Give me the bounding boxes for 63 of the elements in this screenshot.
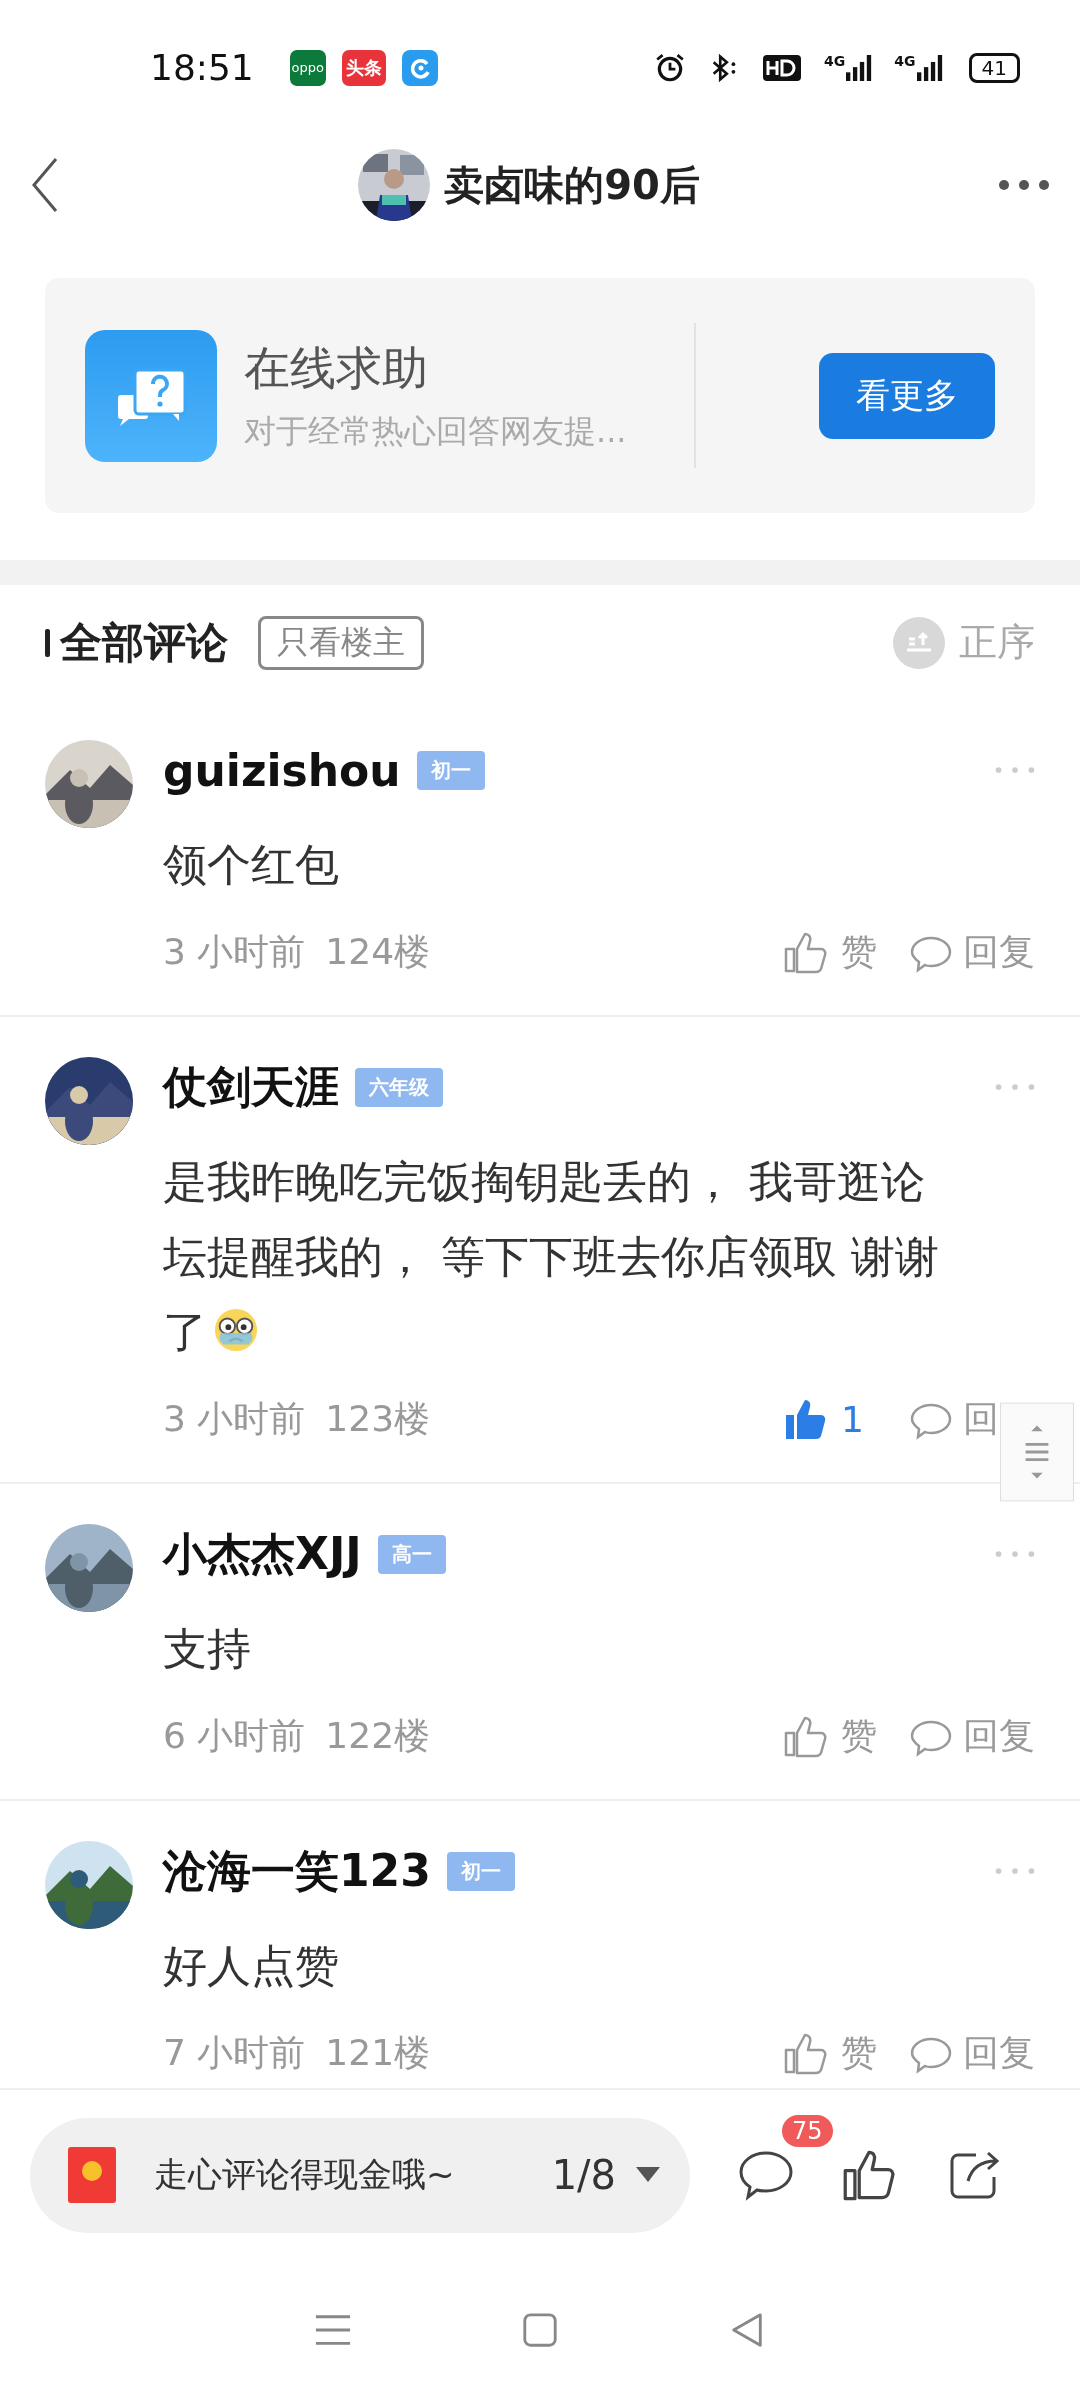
- thumbs-up-icon[interactable]: [783, 930, 827, 974]
- post-time: 7 小时前: [163, 2030, 306, 2075]
- reply-link[interactable]: 回: [963, 1394, 999, 1444]
- network-type: 4G: [894, 52, 916, 69]
- section-title: 全部评论: [60, 616, 228, 669]
- floor-number: 123楼: [325, 1396, 431, 1441]
- fast-scroll-icon[interactable]: [1000, 1400, 1074, 1504]
- page-title: 卖卤味的90后: [444, 160, 700, 210]
- reply-link[interactable]: 回复: [963, 2028, 1035, 2078]
- reply-link[interactable]: 回复: [963, 1711, 1035, 1761]
- author-only-toggle[interactable]: 只看楼主: [258, 615, 424, 670]
- page-indicator[interactable]: 1/8: [551, 2152, 616, 2198]
- more-icon[interactable]: [998, 179, 1050, 191]
- comment-text: 领个红包: [163, 839, 339, 890]
- status-time: 18:51: [150, 47, 254, 88]
- card-title: 在线求助: [244, 339, 429, 397]
- reply-link[interactable]: 回复: [963, 927, 1035, 977]
- floor-number: 121楼: [325, 2030, 431, 2075]
- signal-icon: [846, 52, 873, 83]
- like-count[interactable]: 赞: [841, 1711, 879, 1761]
- thumbs-up-icon[interactable]: [783, 2031, 827, 2075]
- dropdown-icon[interactable]: [636, 2167, 660, 2183]
- comment-prompt: 走心评论得现金哦~: [154, 2153, 455, 2196]
- app-notification-icon: 头条: [341, 49, 386, 86]
- comment-count-badge: 75: [782, 2115, 833, 2147]
- help-card[interactable]: 在线求助 对于经常热心回答网友提... 看更多: [45, 278, 1035, 513]
- floor-number: 122楼: [325, 1713, 431, 1758]
- alarm-icon: [654, 51, 687, 84]
- home-icon[interactable]: [521, 2311, 559, 2349]
- like-count[interactable]: 赞: [841, 927, 879, 977]
- level-badge: 六年级: [355, 1067, 443, 1107]
- level-badge: 初一: [446, 1851, 515, 1891]
- signal-icon: [916, 52, 943, 83]
- username[interactable]: guizishou: [163, 744, 401, 796]
- post-time: 3 小时前: [163, 929, 306, 974]
- post-time: 3 小时前: [163, 1396, 306, 1441]
- envelope-icon: [68, 2147, 116, 2203]
- comment-text: 是我昨晚吃完饭掏钥匙丢的， 我哥逛论坛提醒我的， 等下下班去你店领取 谢谢了: [163, 1156, 939, 1357]
- sort-order[interactable]: 正序: [959, 617, 1035, 668]
- username[interactable]: 仗剑天涯: [163, 1057, 339, 1117]
- comment-text: 支持: [163, 1623, 251, 1674]
- like-count[interactable]: 1: [841, 1398, 879, 1440]
- battery-indicator: 41: [968, 52, 1020, 83]
- network-type: 4G: [824, 52, 846, 69]
- section-marker: [45, 628, 50, 657]
- see-more-button[interactable]: 看更多: [819, 352, 995, 439]
- thumbs-up-icon[interactable]: [783, 1714, 827, 1758]
- app-notification-icon: oppo: [289, 49, 326, 86]
- question-chat-icon: [85, 329, 217, 462]
- thumbs-up-icon[interactable]: [783, 1397, 827, 1441]
- username[interactable]: 沧海一笑123: [163, 1841, 431, 1901]
- sort-icon[interactable]: [893, 616, 945, 669]
- comment-input[interactable]: 走心评论得现金哦~ 1/8: [30, 2117, 690, 2233]
- comment-text: 好人点赞: [163, 1940, 339, 1991]
- card-subtitle: 对于经常热心回答网友提...: [244, 410, 628, 452]
- back-icon[interactable]: [30, 155, 60, 215]
- app-notification-icon: [401, 49, 438, 86]
- floor-number: 124楼: [325, 929, 431, 974]
- like-count[interactable]: 赞: [841, 2028, 879, 2078]
- level-badge: 初一: [416, 750, 485, 790]
- username[interactable]: 小杰杰XJJ: [163, 1524, 362, 1584]
- post-time: 6 小时前: [163, 1713, 306, 1758]
- level-badge: 高一: [377, 1534, 446, 1574]
